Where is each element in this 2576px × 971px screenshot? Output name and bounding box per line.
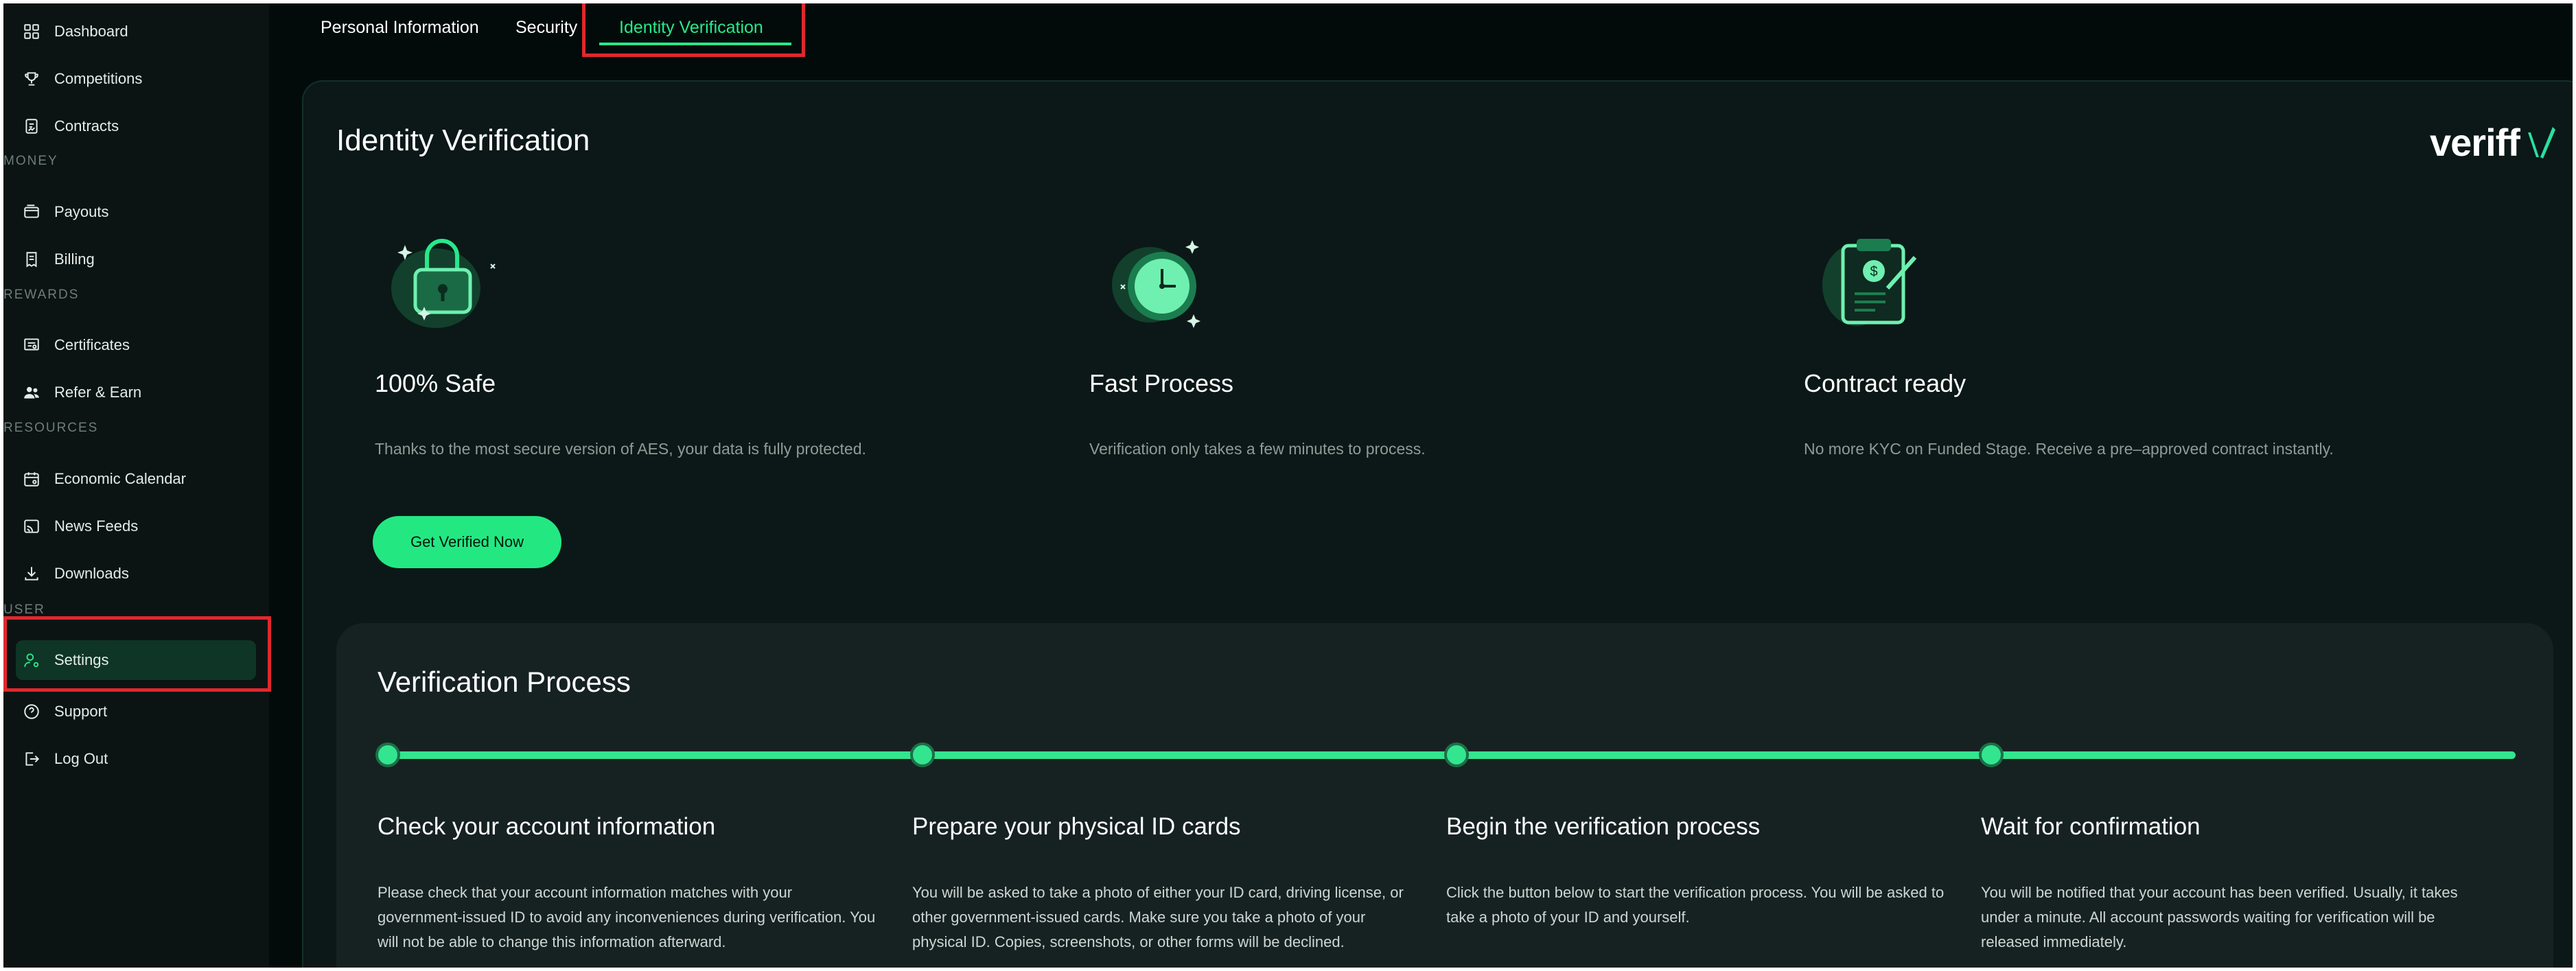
trophy-icon: [21, 69, 42, 89]
get-verified-button[interactable]: Get Verified Now: [373, 516, 561, 568]
step-dot: [375, 742, 400, 767]
sidebar-item-label: Downloads: [54, 565, 129, 582]
step-title: Prepare your physical ID cards: [912, 813, 1241, 840]
sidebar-item-dashboard[interactable]: Dashboard: [16, 12, 256, 51]
contract-icon: [21, 116, 42, 137]
sidebar-item-payouts[interactable]: Payouts: [16, 192, 256, 232]
svg-text:$: $: [1870, 264, 1877, 279]
sidebar-item-label: Competitions: [54, 70, 143, 87]
sidebar-item-label: Economic Calendar: [54, 470, 186, 487]
sidebar-item-contracts[interactable]: Contracts: [16, 106, 256, 146]
veriff-leaf-icon: [2527, 126, 2555, 159]
tab-security[interactable]: Security: [515, 10, 577, 45]
help-icon: [21, 701, 42, 722]
step-desc: Please check that your account informati…: [378, 884, 876, 950]
step-dot: [910, 742, 935, 767]
feature-desc-contract: No more KYC on Funded Stage. Receive a p…: [1804, 440, 2334, 458]
sidebar-item-settings[interactable]: Settings: [16, 640, 256, 680]
step-desc: You will be asked to take a photo of eit…: [912, 884, 1404, 950]
feature-title-contract: Contract ready: [1804, 369, 1966, 397]
logout-icon: [21, 749, 42, 769]
app-window: Dashboard Competitions Contracts MONEY P…: [3, 3, 2573, 968]
sidebar-item-label: Log Out: [54, 750, 108, 767]
wallet-icon: [21, 202, 42, 222]
step-desc: Click the button below to start the veri…: [1446, 884, 1945, 926]
feature-title-fast: Fast Process: [1089, 369, 1234, 397]
tab-personal-information[interactable]: Personal Information: [321, 10, 479, 45]
section-label-rewards: REWARDS: [3, 288, 80, 302]
sidebar-item-downloads[interactable]: Downloads: [16, 554, 256, 594]
feature-desc-safe: Thanks to the most secure version of AES…: [375, 440, 866, 458]
sidebar-item-label: Refer & Earn: [54, 384, 142, 401]
users-icon: [21, 382, 42, 403]
step-title: Wait for confirmation: [1981, 813, 2201, 840]
sidebar-item-label: Contracts: [54, 117, 119, 134]
section-label-money: MONEY: [3, 154, 58, 168]
sidebar-item-news-feeds[interactable]: News Feeds: [16, 506, 256, 546]
sidebar-item-label: Settings: [54, 651, 109, 668]
active-tab-indicator: [599, 43, 791, 45]
sidebar-item-competitions[interactable]: Competitions: [16, 59, 256, 99]
sidebar-item-log-out[interactable]: Log Out: [16, 739, 256, 779]
rss-icon: [21, 516, 42, 537]
sidebar-item-support[interactable]: Support: [16, 692, 256, 732]
certificate-icon: [21, 335, 42, 355]
sidebar-item-label: News Feeds: [54, 517, 139, 535]
grid-icon: [21, 21, 42, 42]
veriff-logo: veriff: [2430, 120, 2555, 165]
sidebar-item-label: Billing: [54, 250, 95, 268]
calendar-icon: [21, 469, 42, 489]
step-desc: You will be notified that your account h…: [1981, 884, 2458, 950]
tab-identity-verification[interactable]: Identity Verification: [619, 10, 763, 45]
sidebar: Dashboard Competitions Contracts MONEY P…: [3, 3, 271, 968]
feature-title-safe: 100% Safe: [375, 369, 496, 397]
brand-text: veriff: [2430, 121, 2520, 164]
clock-icon: [1112, 240, 1200, 328]
section-label-user: USER: [3, 603, 45, 617]
receipt-icon: [21, 249, 42, 270]
step-dot: [1979, 742, 2004, 767]
download-icon: [21, 563, 42, 584]
step-dot: [1444, 742, 1469, 767]
process-title: Verification Process: [378, 666, 631, 698]
sidebar-item-refer-earn[interactable]: Refer & Earn: [16, 373, 256, 412]
sidebar-item-label: Certificates: [54, 336, 130, 353]
lock-icon: [391, 239, 496, 328]
section-label-resources: RESOURCES: [3, 421, 99, 435]
step-title: Begin the verification process: [1446, 813, 1761, 840]
step-title: Check your account information: [378, 813, 716, 840]
sidebar-item-economic-calendar[interactable]: Economic Calendar: [16, 459, 256, 499]
feature-desc-fast: Verification only takes a few minutes to…: [1089, 440, 1426, 458]
sidebar-item-billing[interactable]: Billing: [16, 239, 256, 279]
page-title: Identity Verification: [336, 124, 590, 157]
clipboard-contract-icon: $: [1822, 239, 1917, 326]
sidebar-item-label: Dashboard: [54, 23, 128, 40]
sidebar-item-label: Support: [54, 703, 108, 720]
sidebar-item-label: Payouts: [54, 203, 109, 220]
user-gear-icon: [21, 650, 42, 670]
sidebar-item-certificates[interactable]: Certificates: [16, 325, 256, 365]
